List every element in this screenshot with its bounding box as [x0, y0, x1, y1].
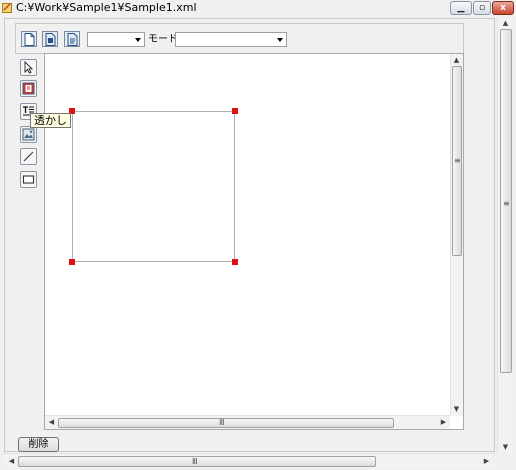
line-tool-icon	[23, 151, 34, 162]
grip-icon: Ⅲ	[219, 418, 225, 427]
window-horizontal-scroll-thumb[interactable]: Ⅲ	[18, 456, 376, 467]
window-vertical-scrollbar[interactable]: ▲ ≡ ▼	[497, 17, 514, 453]
selected-rectangle-shape[interactable]	[72, 111, 235, 262]
pointer-tool-button[interactable]	[20, 59, 37, 76]
grip-icon: ≡	[503, 199, 510, 208]
rectangle-tool-icon	[22, 175, 35, 184]
image-tool-icon	[22, 128, 35, 141]
close-button[interactable]: x	[492, 1, 514, 15]
scroll-down-icon[interactable]: ▼	[452, 405, 461, 414]
window-horizontal-scrollbar[interactable]: ◀ Ⅲ ▶	[4, 453, 496, 468]
scroll-up-icon[interactable]: ▲	[452, 56, 461, 65]
scroll-right-icon[interactable]: ▶	[482, 457, 491, 466]
close-icon: x	[500, 2, 506, 13]
resize-handle-top-right[interactable]	[232, 108, 238, 114]
minimize-button[interactable]: ▁	[450, 1, 472, 15]
delete-button[interactable]: 削除	[18, 437, 59, 452]
stamp-tool-icon	[22, 82, 35, 95]
resize-handle-bottom-right[interactable]	[232, 259, 238, 265]
scroll-up-icon[interactable]: ▲	[501, 19, 510, 28]
rectangle-tool-button[interactable]	[20, 171, 37, 188]
mode-select[interactable]	[175, 32, 287, 47]
vertical-scroll-thumb[interactable]: ≡	[452, 66, 462, 256]
chevron-down-icon	[135, 38, 141, 42]
scroll-left-icon[interactable]: ◀	[47, 418, 56, 427]
image-tool-button[interactable]	[20, 126, 37, 143]
window-title: C:¥Work¥Sample1¥Sample1.xml	[16, 1, 197, 14]
pointer-tool-icon	[24, 61, 34, 74]
page-button[interactable]	[42, 31, 58, 47]
line-tool-button[interactable]	[20, 148, 37, 165]
mode-label: モード	[148, 34, 178, 45]
resize-handle-bottom-left[interactable]	[69, 259, 75, 265]
grip-icon: ≡	[454, 156, 461, 165]
canvas-horizontal-scrollbar[interactable]: ◀ Ⅲ ▶	[45, 415, 450, 429]
page-alt-button[interactable]	[64, 31, 80, 47]
scroll-right-icon[interactable]: ▶	[439, 418, 448, 427]
page-icon	[45, 33, 56, 46]
scroll-down-icon[interactable]: ▼	[501, 443, 510, 452]
horizontal-scroll-thumb[interactable]: Ⅲ	[58, 418, 394, 428]
canvas-vertical-scrollbar[interactable]: ▲ ≡ ▼	[450, 54, 463, 416]
page-select[interactable]	[87, 32, 145, 47]
new-page-icon	[24, 33, 35, 46]
chevron-down-icon	[277, 38, 283, 42]
scroll-left-icon[interactable]: ◀	[7, 457, 16, 466]
title-bar: C:¥Work¥Sample1¥Sample1.xml ▁ ▫ x	[0, 0, 516, 16]
stamp-tool-button[interactable]	[20, 80, 37, 97]
window-vertical-scroll-thumb[interactable]: ≡	[500, 29, 512, 373]
tooltip: 透かし	[30, 113, 71, 128]
restore-icon: ▫	[478, 2, 486, 13]
grip-icon: Ⅲ	[192, 457, 198, 466]
new-page-button[interactable]	[21, 31, 37, 47]
maximize-button[interactable]: ▫	[473, 1, 491, 15]
app-icon	[2, 3, 12, 13]
minimize-icon: ▁	[457, 2, 465, 13]
page-alt-icon	[67, 33, 78, 46]
